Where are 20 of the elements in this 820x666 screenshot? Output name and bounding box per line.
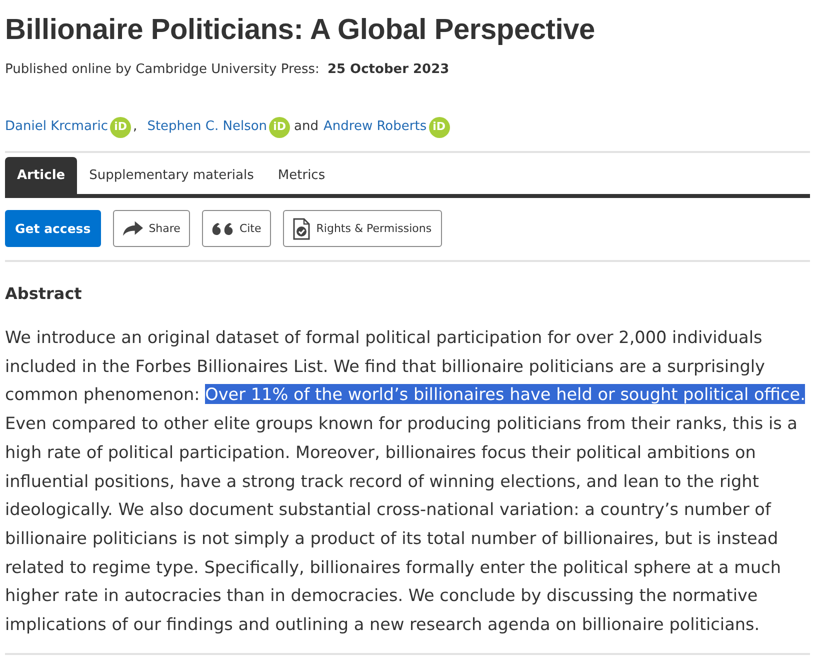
tab[interactable]: Article [5,157,78,194]
published-date: 25 October 2023 [327,61,450,79]
rights-button[interactable]: Rights & Permissions [283,210,442,247]
tab[interactable]: Metrics [266,157,338,194]
abstract-heading: Abstract [5,283,83,305]
author-link[interactable]: Andrew Roberts [324,116,427,138]
published-label: Published online by Cambridge University Press: [5,61,320,79]
share-button[interactable]: Share [112,210,190,247]
author-link[interactable]: Stephen C. Nelson [147,116,268,138]
get-access-button[interactable]: Get access [5,210,101,247]
tab[interactable]: Supplementary materials [77,157,266,194]
abstract-text: We introduce an original dataset of formal political participation for over 2,000 individuals included in the Forbes Billionaires List. We find that billionaire politicians are a surprisingly common phenomenon: Over 11% of the world’s billionaires have held or sought political office. Even compared to other elite groups known for producing politicians from their ranks, this is a high rate of political participation. Moreover, billionaires focus their political ambitions on influential positions, have a strong track record of winning elections, and lean to the right ideologically. We also document substantial cross-national variation: a country’s number of billionaire politicians is not simply a product of its total number of billionaires, but is instead related to regime type. Specifically, billionaires formally enter the political sphere at a much higher rate in autocracies than in democracies. We conclude by discussing the normative implications of our findings and outlining a new research agenda on billionaire politicians. [5,326,806,636]
share-arrow-icon [122,221,143,236]
cite-button[interactable]: Cite [202,210,272,247]
author-link[interactable]: Daniel Krcmaric [5,116,108,138]
document-check-icon [293,218,310,240]
author-separator: and [294,118,319,136]
article-title: Billionaire Politicians: A Global Perspective [5,13,596,48]
author-separator: , [133,118,138,136]
quote-icon [212,222,234,234]
